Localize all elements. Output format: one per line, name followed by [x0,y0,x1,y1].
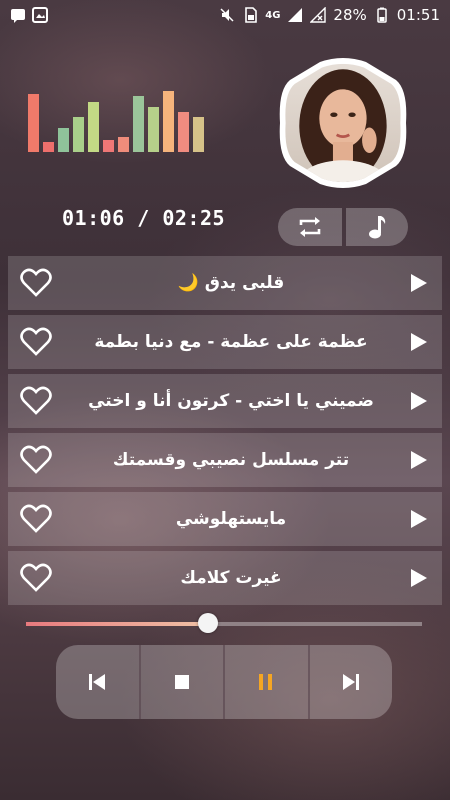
gallery-icon [32,7,48,23]
equalizer-bar [43,142,54,152]
repeat-icon [299,217,321,237]
status-left [10,7,48,23]
pause-button[interactable] [225,645,310,719]
equalizer-bar [118,137,129,152]
equalizer-bar [103,140,114,152]
signal-x-icon [310,7,327,23]
song-row[interactable]: مايستهلوشي [8,492,442,546]
equalizer-visualizer [28,88,204,152]
song-row[interactable]: ضميني يا اختي - كرتون أنا و اختي [8,374,442,428]
sim-icon [245,7,258,23]
play-icon[interactable] [410,332,428,352]
artist-avatar [279,58,407,188]
heart-outline-icon[interactable] [20,563,52,593]
heart-outline-icon[interactable] [20,445,52,475]
song-title: تتر مسلسل نصيبي وقسمتك [112,450,350,470]
repeat-button[interactable] [278,208,342,246]
heart-outline-icon[interactable] [20,386,52,416]
equalizer-bar [178,112,189,152]
play-icon[interactable] [410,509,428,529]
play-icon[interactable] [410,391,428,411]
play-icon[interactable] [410,273,428,293]
pause-icon [259,674,273,690]
clock: 01:51 [396,6,440,24]
song-title: عظمة على عظمة - مع دنيا بطمة [94,332,368,352]
playback-controls [56,645,392,719]
playback-time: 01:06 / 02:25 [62,206,226,230]
heart-outline-icon[interactable] [20,327,52,357]
network-label: 4G [265,9,281,21]
skip-next-icon [342,674,359,690]
song-title: مايستهلوشي [175,509,287,529]
heart-outline-icon[interactable] [20,268,52,298]
song-title: قلبى يدق 🌙 [177,273,285,293]
seek-bar[interactable] [26,613,422,633]
equalizer-bar [58,128,69,152]
stop-icon [174,675,189,689]
equalizer-bar [28,94,39,152]
song-row[interactable]: تتر مسلسل نصيبي وقسمتك [8,433,442,487]
song-title: غيرت كلامك [180,568,282,588]
song-list: قلبى يدق 🌙 عظمة على عظمة - مع دنيا بطمة ضم… [8,256,442,610]
signal-icon [288,8,303,22]
heart-outline-icon[interactable] [20,504,52,534]
play-icon[interactable] [410,568,428,588]
battery-icon [377,7,387,23]
battery-percent: 28% [333,6,367,24]
message-icon [11,9,25,23]
equalizer-bar [88,102,99,152]
equalizer-bar [73,117,84,152]
song-row[interactable]: غيرت كلامك [8,551,442,605]
music-note-icon [369,216,386,239]
song-row[interactable]: عظمة على عظمة - مع دنيا بطمة [8,315,442,369]
seek-progress [26,622,208,626]
previous-button[interactable] [56,645,141,719]
seek-thumb[interactable] [198,613,218,633]
status-bar: 4G 28% 01:51 [0,0,450,30]
next-button[interactable] [310,645,393,719]
equalizer-bar [133,96,144,152]
equalizer-bar [148,107,159,152]
equalizer-bar [193,117,204,152]
status-right: 4G 28% 01:51 [219,6,440,24]
stop-button[interactable] [141,645,225,719]
song-row[interactable]: قلبى يدق 🌙 [8,256,442,310]
skip-previous-icon [89,674,106,690]
play-icon[interactable] [410,450,428,470]
music-library-button[interactable] [346,208,408,246]
mute-icon [220,8,234,22]
equalizer-bar [163,91,174,152]
song-title: ضميني يا اختي - كرتون أنا و اختي [88,391,374,411]
